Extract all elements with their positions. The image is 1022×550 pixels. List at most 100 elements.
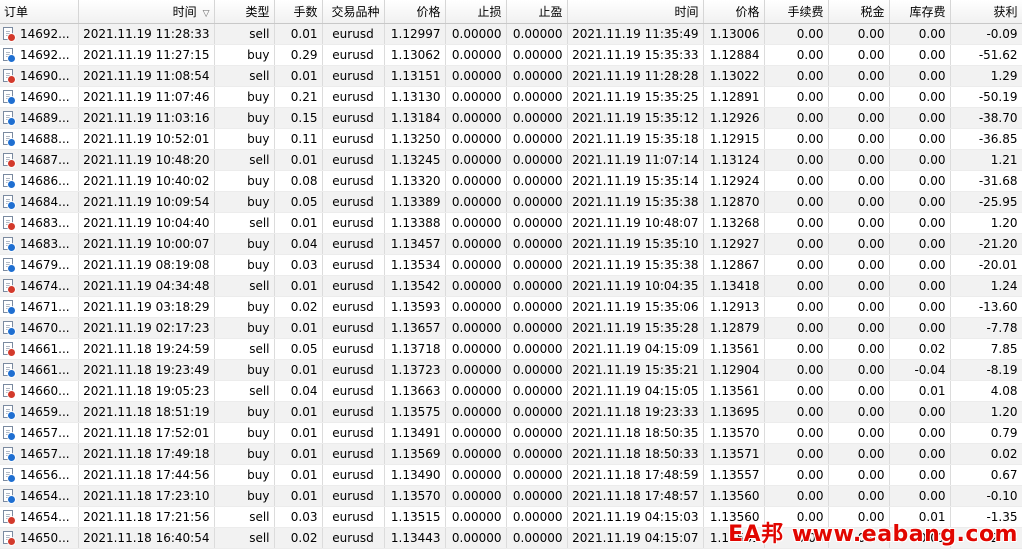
order-cell[interactable]: 14656...	[0, 464, 79, 486]
sell-order-icon	[3, 279, 16, 295]
open-price-cell: 1.13723	[384, 359, 446, 381]
table-row[interactable]: 14690... 2021.11.19 11:08:54 sell 0.01 eurus…	[0, 65, 1022, 87]
header-take-profit[interactable]: 止盈	[506, 0, 568, 24]
order-cell[interactable]: 14683...	[0, 233, 79, 255]
type-cell: sell	[214, 338, 275, 360]
close-time-cell: 2021.11.19 11:28:28	[567, 65, 704, 87]
sort-descending-icon: ▽	[202, 9, 210, 19]
order-cell[interactable]: 14657...	[0, 422, 79, 444]
header-profit[interactable]: 获利	[950, 0, 1022, 24]
open-time-cell: 2021.11.18 19:24:59	[78, 338, 215, 360]
close-time-cell: 2021.11.19 15:35:14	[567, 170, 704, 192]
commission-cell: 0.00	[764, 275, 829, 297]
order-cell[interactable]: 14684...	[0, 191, 79, 213]
order-cell[interactable]: 14690...	[0, 86, 79, 108]
table-row[interactable]: 14686... 2021.11.19 10:40:02 buy 0.08 eurusd…	[0, 170, 1022, 192]
profit-cell: -13.60	[950, 296, 1022, 318]
tax-cell: 0.00	[828, 23, 890, 45]
header-order[interactable]: 订单	[0, 0, 79, 24]
header-swap[interactable]: 库存费	[889, 0, 951, 24]
order-cell[interactable]: 14692...	[0, 23, 79, 45]
order-cell[interactable]: 14674...	[0, 275, 79, 297]
header-close-time[interactable]: 时间	[567, 0, 704, 24]
order-cell[interactable]: 14686...	[0, 170, 79, 192]
table-row[interactable]: 14657... 2021.11.18 17:49:18 buy 0.01 eurusd…	[0, 443, 1022, 465]
table-row[interactable]: 14674... 2021.11.19 04:34:48 sell 0.01 eurus…	[0, 275, 1022, 297]
order-cell[interactable]: 14683...	[0, 212, 79, 234]
order-cell[interactable]: 14670...	[0, 317, 79, 339]
table-row[interactable]: 14660... 2021.11.18 19:05:23 sell 0.04 eurus…	[0, 380, 1022, 402]
table-row[interactable]: 14692... 2021.11.19 11:28:33 sell 0.01 eurus…	[0, 23, 1022, 45]
order-number: 14659...	[20, 404, 70, 419]
order-cell[interactable]: 14659...	[0, 401, 79, 423]
type-cell: buy	[214, 254, 275, 276]
stop-loss-cell: 0.00000	[445, 212, 507, 234]
table-row[interactable]: 14690... 2021.11.19 11:07:46 buy 0.21 eurusd…	[0, 86, 1022, 108]
table-row[interactable]: 14679... 2021.11.19 08:19:08 buy 0.03 eurusd…	[0, 254, 1022, 276]
symbol-cell: eurusd	[322, 107, 385, 129]
order-cell[interactable]: 14660...	[0, 380, 79, 402]
table-row[interactable]: 14661... 2021.11.18 19:23:49 buy 0.01 eurusd…	[0, 359, 1022, 381]
order-cell[interactable]: 14671...	[0, 296, 79, 318]
header-symbol[interactable]: 交易品种	[322, 0, 385, 24]
buy-order-icon	[3, 468, 16, 484]
lots-cell: 0.01	[274, 23, 323, 45]
header-open-time[interactable]: 时间 ▽	[78, 0, 215, 24]
table-row[interactable]: 14671... 2021.11.19 03:18:29 buy 0.02 eurusd…	[0, 296, 1022, 318]
order-cell[interactable]: 14661...	[0, 359, 79, 381]
order-number: 14679...	[20, 257, 70, 272]
tax-cell: 0.00	[828, 44, 890, 66]
symbol-cell: eurusd	[322, 44, 385, 66]
order-cell[interactable]: 14657...	[0, 443, 79, 465]
close-price-cell: 1.12924	[703, 170, 765, 192]
sell-order-icon	[3, 27, 16, 43]
buy-order-icon	[3, 90, 16, 106]
order-cell[interactable]: 14687...	[0, 149, 79, 171]
table-row[interactable]: 14683... 2021.11.19 10:00:07 buy 0.04 eurusd…	[0, 233, 1022, 255]
order-cell[interactable]: 14654...	[0, 506, 79, 528]
header-open-price[interactable]: 价格	[384, 0, 446, 24]
table-row[interactable]: 14656... 2021.11.18 17:44:56 buy 0.01 eurusd…	[0, 464, 1022, 486]
order-cell[interactable]: 14692...	[0, 44, 79, 66]
table-row[interactable]: 14684... 2021.11.19 10:09:54 buy 0.05 eurusd…	[0, 191, 1022, 213]
tax-cell: 0.00	[828, 191, 890, 213]
profit-cell: 1.24	[950, 275, 1022, 297]
table-row[interactable]: 14654... 2021.11.18 17:21:56 sell 0.03 eurus…	[0, 506, 1022, 528]
stop-loss-cell: 0.00000	[445, 233, 507, 255]
order-cell[interactable]: 14690...	[0, 65, 79, 87]
table-row[interactable]: 14657... 2021.11.18 17:52:01 buy 0.01 eurusd…	[0, 422, 1022, 444]
table-row[interactable]: 14689... 2021.11.19 11:03:16 buy 0.15 eurusd…	[0, 107, 1022, 129]
table-row[interactable]: 14661... 2021.11.18 19:24:59 sell 0.05 eurus…	[0, 338, 1022, 360]
table-row[interactable]: 14650... 2021.11.18 16:40:54 sell 0.02 eurus…	[0, 527, 1022, 549]
order-cell[interactable]: 14679...	[0, 254, 79, 276]
table-row[interactable]: 14670... 2021.11.19 02:17:23 buy 0.01 eurusd…	[0, 317, 1022, 339]
header-close-price[interactable]: 价格	[703, 0, 765, 24]
tax-cell: 0.00	[828, 506, 890, 528]
trade-history-table: 订单 时间 ▽ 类型 手数 交易品种 价格 止损 止盈 时间 价格 手续费 税金 …	[0, 0, 1022, 549]
order-cell[interactable]: 14650...	[0, 527, 79, 549]
open-price-cell: 1.13593	[384, 296, 446, 318]
header-lots[interactable]: 手数	[274, 0, 323, 24]
table-row[interactable]: 14688... 2021.11.19 10:52:01 buy 0.11 eurusd…	[0, 128, 1022, 150]
order-cell[interactable]: 14689...	[0, 107, 79, 129]
order-cell[interactable]: 14688...	[0, 128, 79, 150]
header-tax[interactable]: 税金	[828, 0, 890, 24]
order-cell[interactable]: 14661...	[0, 338, 79, 360]
close-price-cell: 1.13022	[703, 65, 765, 87]
swap-cell: 0.00	[889, 65, 951, 87]
table-row[interactable]: 14683... 2021.11.19 10:04:40 sell 0.01 eurus…	[0, 212, 1022, 234]
header-stop-loss[interactable]: 止损	[445, 0, 507, 24]
take-profit-cell: 0.00000	[506, 464, 568, 486]
open-price-cell: 1.13542	[384, 275, 446, 297]
header-type[interactable]: 类型	[214, 0, 275, 24]
table-row[interactable]: 14692... 2021.11.19 11:27:15 buy 0.29 eurusd…	[0, 44, 1022, 66]
open-time-cell: 2021.11.19 08:19:08	[78, 254, 215, 276]
header-commission[interactable]: 手续费	[764, 0, 829, 24]
table-row[interactable]: 14687... 2021.11.19 10:48:20 sell 0.01 eurus…	[0, 149, 1022, 171]
take-profit-cell: 0.00000	[506, 296, 568, 318]
table-row[interactable]: 14659... 2021.11.18 18:51:19 buy 0.01 eurusd…	[0, 401, 1022, 423]
profit-cell: 1.20	[950, 401, 1022, 423]
stop-loss-cell: 0.00000	[445, 128, 507, 150]
order-cell[interactable]: 14654...	[0, 485, 79, 507]
table-row[interactable]: 14654... 2021.11.18 17:23:10 buy 0.01 eurusd…	[0, 485, 1022, 507]
